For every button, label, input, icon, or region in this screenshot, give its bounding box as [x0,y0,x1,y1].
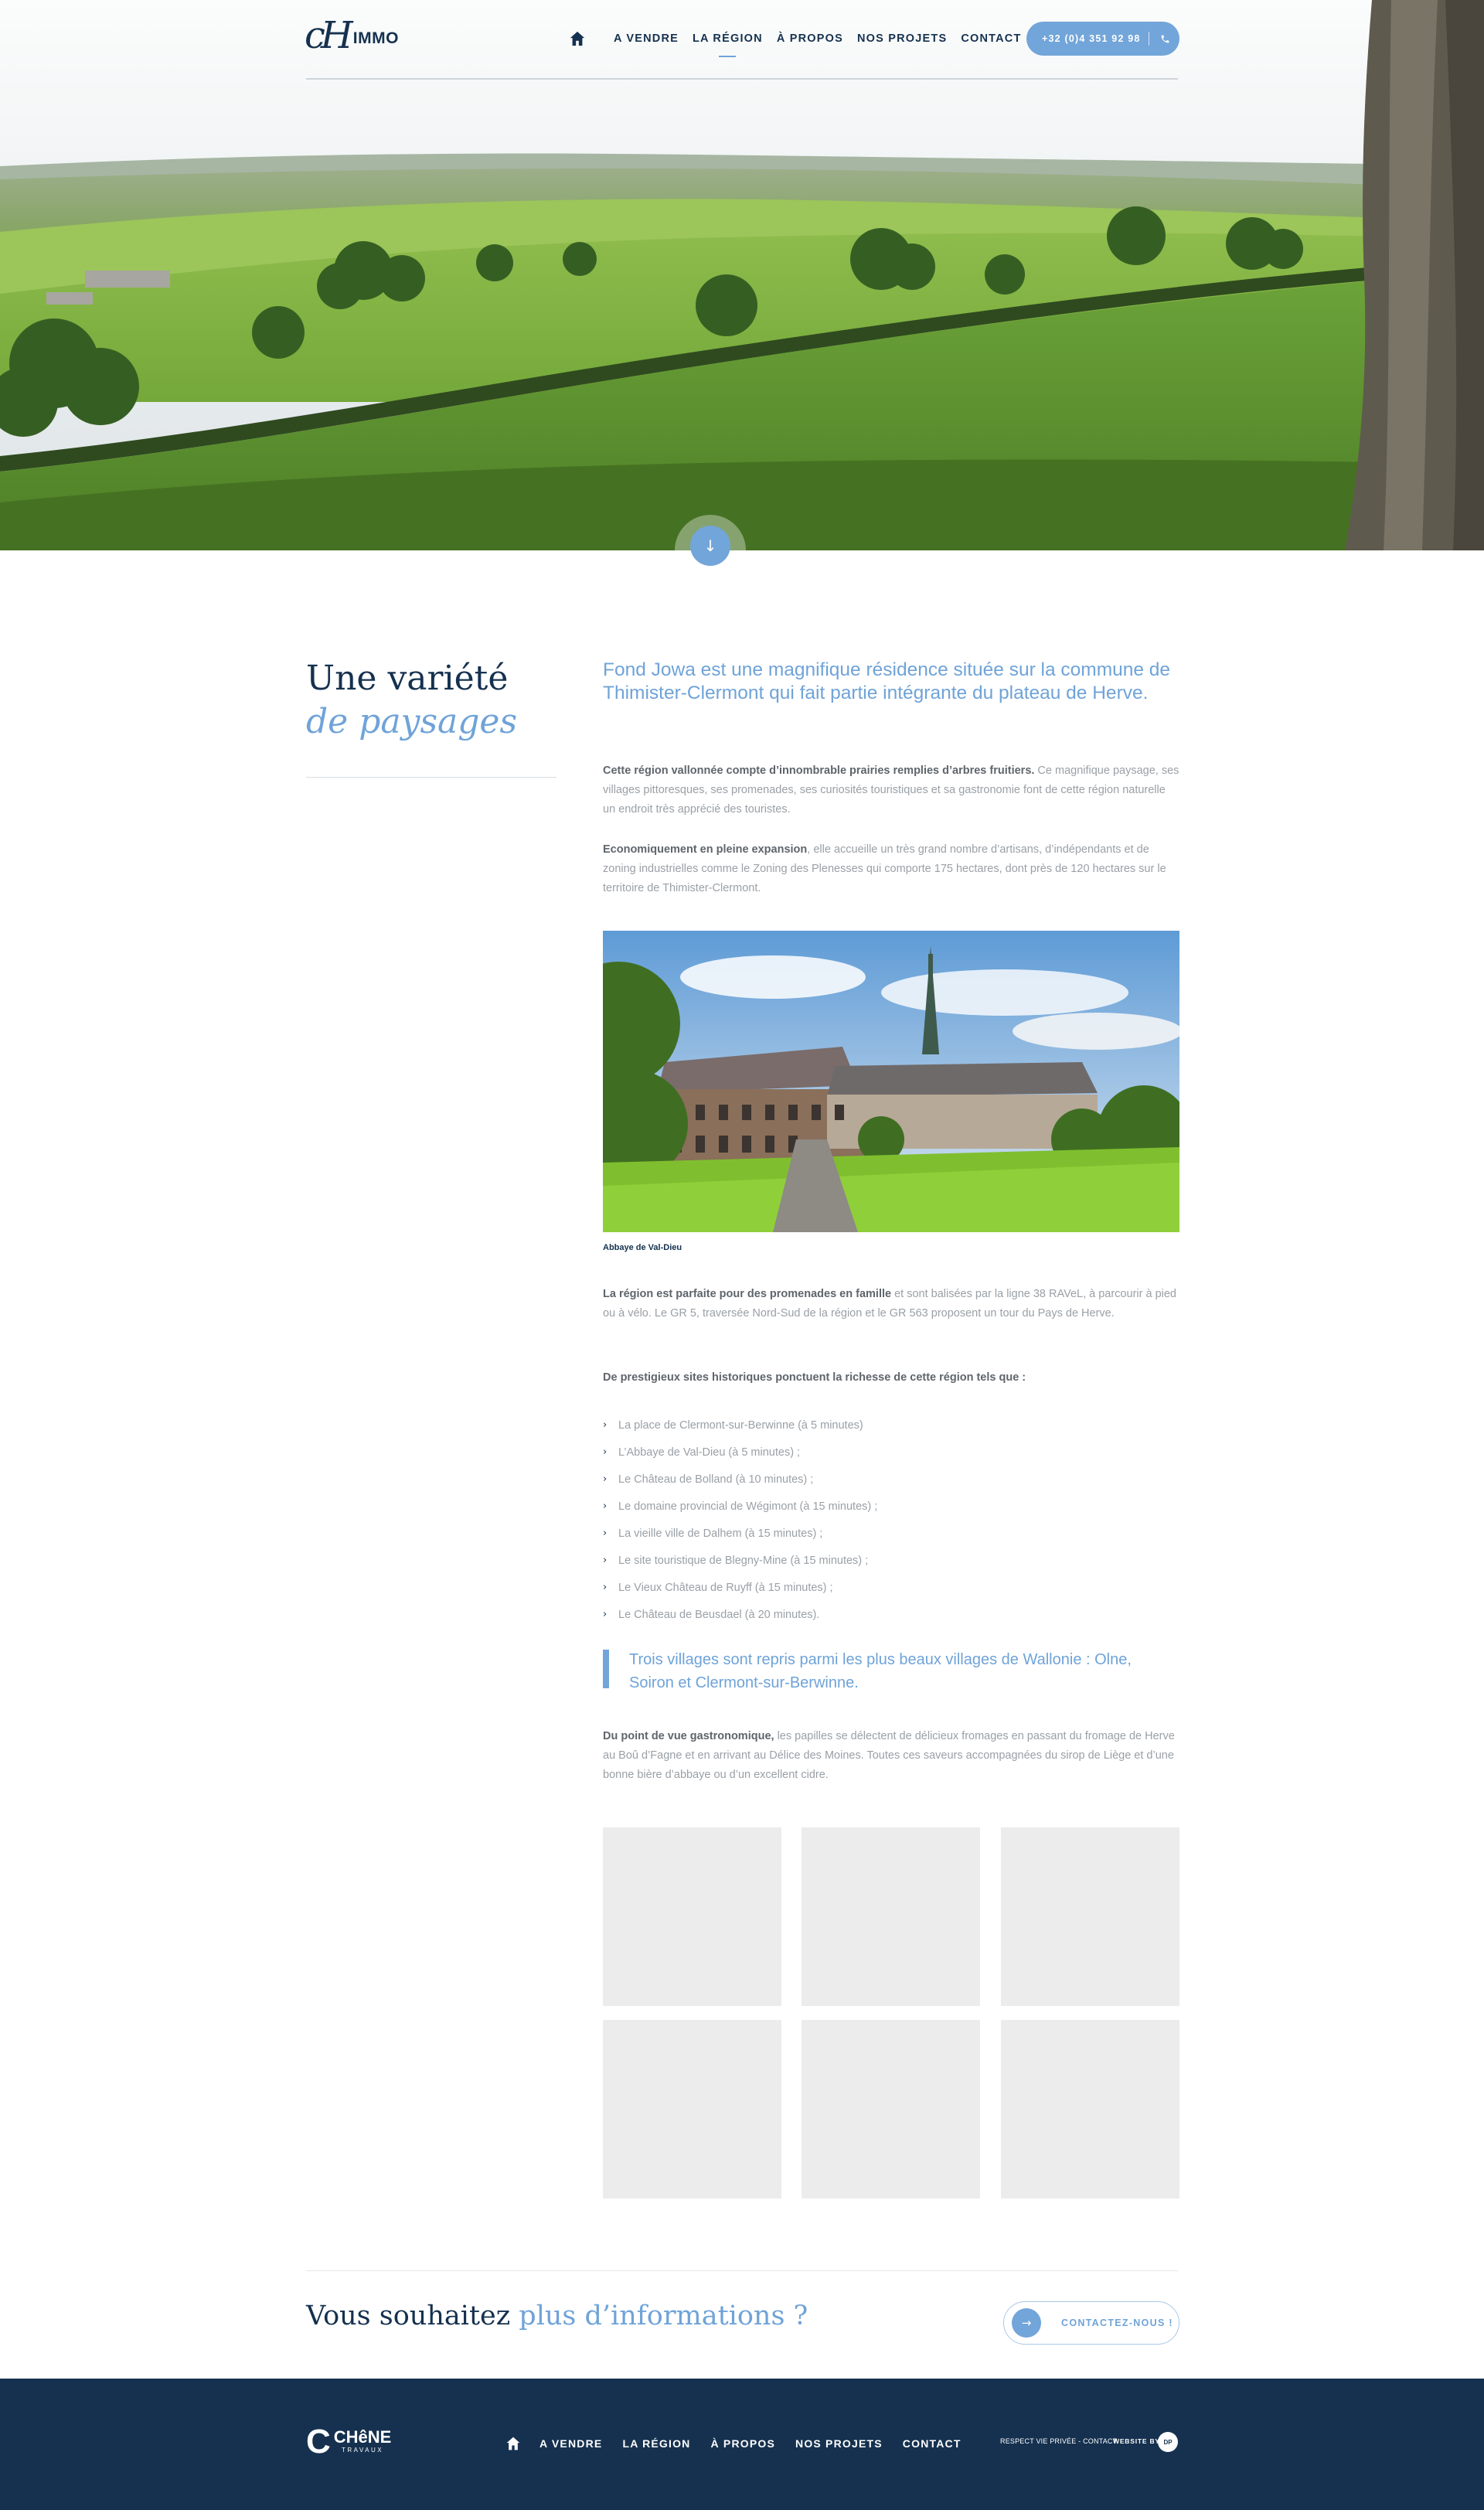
list-item-text: Le Château de Beusdael (à 20 minutes). [618,1608,820,1621]
chevron-right-icon: › [603,1581,608,1593]
blockquote: Trois villages sont repris parmi les plu… [629,1651,1132,1691]
contact-us-button[interactable]: → CONTACTEZ-NOUS ! [1003,2301,1179,2345]
historic-sites-list: › La place de Clermont-sur-Berwinne (à 5 … [603,1412,877,1628]
section-title-divider [306,777,556,778]
list-item-text: Le site touristique de Blegny-Mine (à 15… [618,1554,869,1567]
paragraph-region: Cette région vallonnée compte d’innombra… [603,761,1179,819]
phone-number: +32 (0)4 351 92 98 [1042,33,1141,44]
paragraph-region-bold: Cette région vallonnée compte d’innombra… [603,765,1035,777]
list-item-text: Le Vieux Château de Ruyff (à 15 minutes)… [618,1581,833,1594]
list-item: › Le site touristique de Blegny-Mine (à 1… [603,1547,877,1574]
nav-link-la-region[interactable]: LA RÉGION [693,32,763,45]
footer-legal-links[interactable]: RESPECT VIE PRIVÉE - CONTACT [1000,2437,1117,2445]
gallery-tile[interactable] [1001,2020,1179,2198]
list-item-text: L’Abbaye de Val-Dieu (à 5 minutes) ; [618,1446,801,1459]
gallery-tile[interactable] [603,2020,781,2198]
paragraph-sites-intro: De prestigieux sites historiques ponctue… [603,1368,1179,1388]
nav-link-nos-projets[interactable]: NOS PROJETS [857,32,947,45]
logo-word: IMMO [352,29,399,47]
section-title: Une variété de paysages [306,657,561,744]
phone-button[interactable]: +32 (0)4 351 92 98 [1026,22,1179,56]
footer-link-a-vendre[interactable]: A VENDRE [539,2437,602,2450]
footer-link-a-propos[interactable]: À PROPOS [711,2437,776,2450]
info-title-accent: plus d’informations ? [519,2301,808,2331]
agency-badge[interactable]: DP [1158,2432,1178,2452]
nav-link-a-propos[interactable]: À PROPOS [777,32,843,45]
nav-link-a-vendre[interactable]: A VENDRE [614,32,679,45]
footer-logo[interactable]: C CHêNE TRAVAUX [306,2425,391,2459]
info-title: Vous souhaitez plus d’informations ? [306,2301,808,2331]
footer-navigation: A VENDRE LA RÉGION À PROPOS NOS PROJETS … [505,2434,982,2453]
contact-us-label: CONTACTEZ-NOUS ! [1061,2318,1173,2328]
site-logo[interactable]: cH IMMO [305,15,399,56]
gallery-tile[interactable] [802,2020,980,2198]
logo-mark: cH [305,14,353,57]
list-item-text: Le domaine provincial de Wégimont (à 15 … [618,1500,878,1513]
section-title-line1: Une variété [306,659,509,698]
list-item: › Le Château de Beusdael (à 20 minutes). [603,1601,877,1628]
hero-banner: cH IMMO A VENDRE LA RÉGION À PROPOS NOS … [0,0,1484,550]
paragraph-walks: La région est parfaite pour des promenad… [603,1285,1179,1323]
nav-link-contact[interactable]: CONTACT [961,32,1021,45]
arrow-down-icon: ↓ [703,536,717,555]
chevron-right-icon: › [603,1446,608,1458]
list-item-text: La vieille ville de Dalhem (à 15 minutes… [618,1527,823,1540]
list-item-text: La place de Clermont-sur-Berwinne (à 5 m… [618,1418,863,1432]
gallery-tile[interactable] [802,1827,980,2006]
paragraph-gastronomy: Du point de vue gastronomique, les papil… [603,1727,1179,1785]
footer-link-nos-projets[interactable]: NOS PROJETS [795,2437,883,2450]
chevron-right-icon: › [603,1527,608,1539]
chevron-right-icon: › [603,1418,608,1431]
list-item: › Le Vieux Château de Ruyff (à 15 minutes… [603,1574,877,1601]
paragraph-sites-intro-bold: De prestigieux sites historiques ponctue… [603,1371,1026,1384]
photo-caption: Abbaye de Val-Dieu [603,1243,682,1252]
chevron-right-icon: › [603,1500,608,1512]
list-item: › Le Château de Bolland (à 10 minutes) ; [603,1466,877,1493]
paragraph-economy: Economiquement en pleine expansion, elle… [603,840,1179,898]
list-item-text: Le Château de Bolland (à 10 minutes) ; [618,1473,814,1486]
phone-icon [1161,35,1169,43]
arrow-right-icon: → [1012,2308,1041,2338]
footer-logo-sub: TRAVAUX [342,2447,384,2454]
footer-link-la-region[interactable]: LA RÉGION [622,2437,690,2450]
paragraph-economy-bold: Economiquement en pleine expansion [603,843,808,856]
list-item: › La vieille ville de Dalhem (à 15 minute… [603,1520,877,1547]
footer-logo-word: CHêNE [333,2427,392,2447]
info-title-plain: Vous souhaitez [306,2301,519,2331]
gallery-tile[interactable] [603,1827,781,2006]
chevron-right-icon: › [603,1473,608,1485]
list-item: › L’Abbaye de Val-Dieu (à 5 minutes) ; [603,1439,877,1466]
footer-link-contact[interactable]: CONTACT [903,2437,962,2450]
info-divider [306,2270,1178,2271]
main-navigation: A VENDRE LA RÉGION À PROPOS NOS PROJETS … [569,22,1036,56]
chevron-right-icon: › [603,1554,608,1566]
header-divider [306,78,1178,80]
abbey-image [603,931,1179,1232]
section-title-line2: de paysages [306,702,518,741]
paragraph-walks-bold: La région est parfaite pour des promenad… [603,1288,892,1300]
scroll-down-button[interactable]: ↓ [690,526,730,566]
chevron-right-icon: › [603,1608,608,1620]
site-footer: C CHêNE TRAVAUX A VENDRE LA RÉGION À PRO… [0,2379,1484,2510]
paragraph-gastronomy-bold: Du point de vue gastronomique, [603,1730,774,1742]
list-item: › La place de Clermont-sur-Berwinne (à 5 … [603,1412,877,1439]
home-icon[interactable] [505,2436,521,2451]
gallery-tile[interactable] [1001,1827,1179,2006]
lead-paragraph: Fond Jowa est une magnifique résidence s… [603,659,1171,703]
abbey-photo [603,931,1179,1232]
footer-logo-c: C [306,2423,331,2461]
home-icon[interactable] [569,30,586,47]
hero-landscape-image [0,0,1484,550]
list-item: › Le domaine provincial de Wégimont (à 15… [603,1493,877,1520]
website-by-label: WEBSITE BY [1113,2437,1160,2445]
